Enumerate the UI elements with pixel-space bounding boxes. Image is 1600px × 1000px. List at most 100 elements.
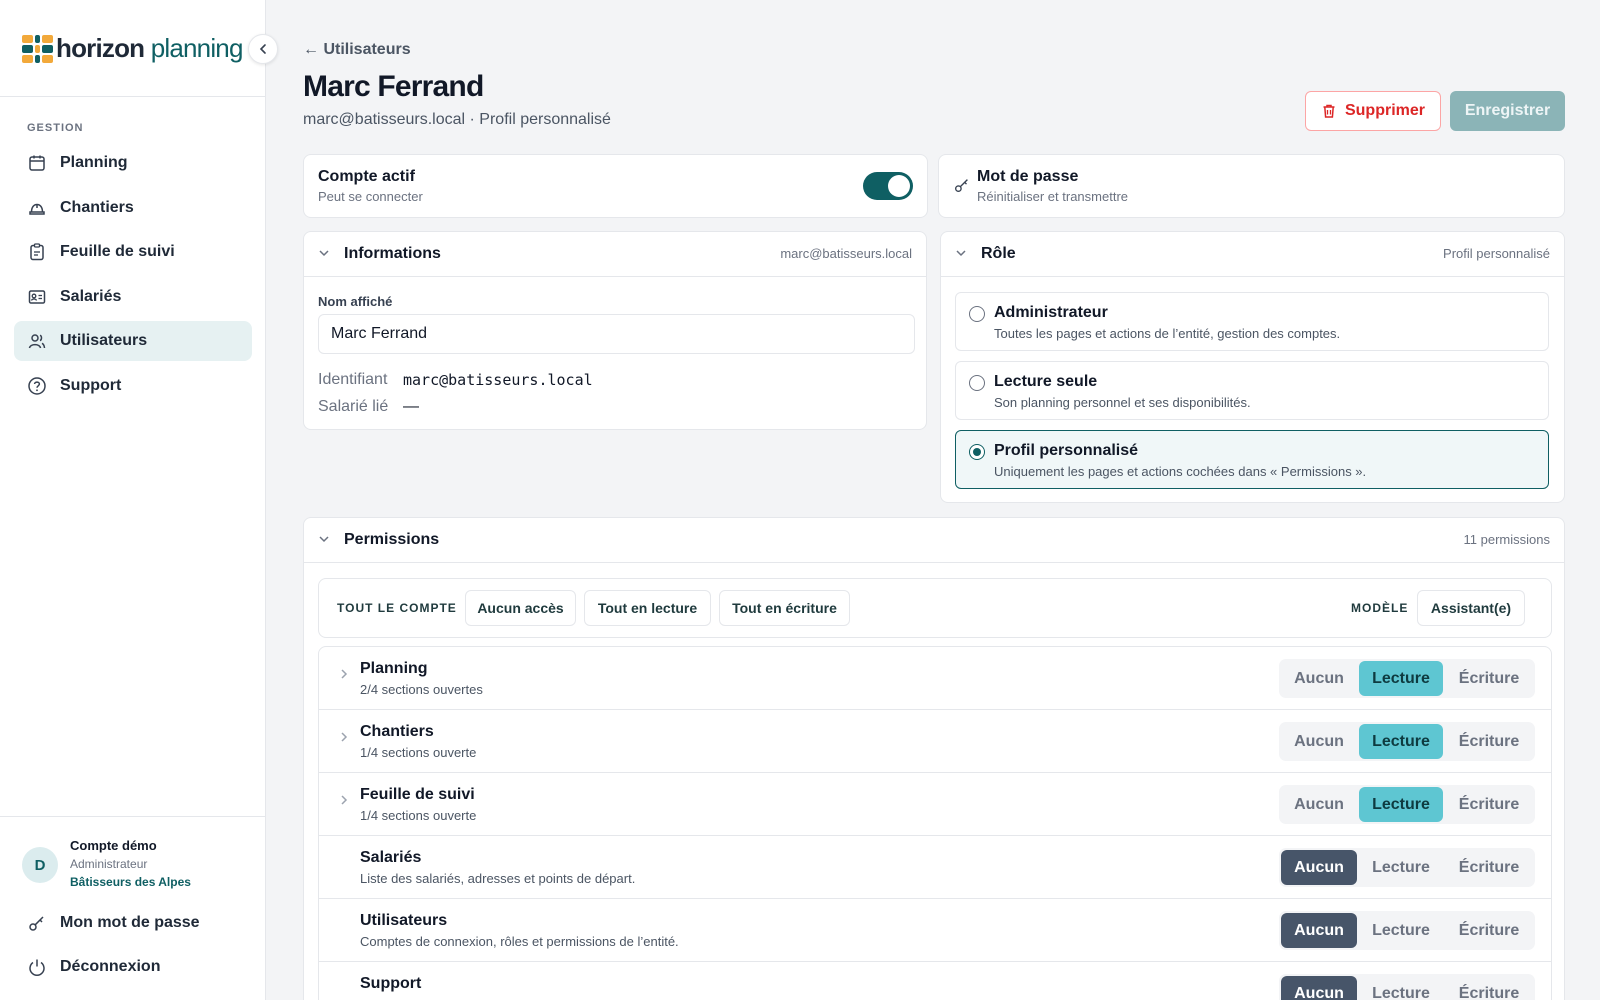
permission-desc: 1/4 sections ouverte xyxy=(360,808,477,823)
level-write-button[interactable]: Écriture xyxy=(1445,787,1533,822)
access-level-selector: Aucun Lecture Écriture xyxy=(1279,848,1535,887)
account-active-title: Compte actif xyxy=(318,168,415,185)
users-icon xyxy=(27,331,47,351)
level-none-button[interactable]: Aucun xyxy=(1281,724,1357,759)
access-level-selector: Aucun Lecture Écriture xyxy=(1279,911,1535,950)
role-card: Rôle Profil personnalisé Administrateur … xyxy=(940,231,1565,503)
permissions-header[interactable]: Permissions 11 permissions xyxy=(304,518,1564,563)
delete-label: Supprimer xyxy=(1344,102,1425,119)
radio-button[interactable] xyxy=(969,306,985,322)
sidebar-item-label: Chantiers xyxy=(60,198,134,216)
level-none-button[interactable]: Aucun xyxy=(1281,787,1357,822)
level-none-button[interactable]: Aucun xyxy=(1281,976,1357,1000)
level-write-button[interactable]: Écriture xyxy=(1445,913,1533,948)
chevron-right-icon[interactable] xyxy=(339,667,349,683)
permission-row-planning[interactable]: Planning 2/4 sections ouvertes Aucun Lec… xyxy=(319,647,1551,710)
sidebar-item-utilisateurs[interactable]: Utilisateurs xyxy=(14,321,252,361)
calendar-icon xyxy=(27,153,47,173)
main-content: ← Utilisateurs Marc Ferrand marc@batisse… xyxy=(303,0,1565,1000)
level-read-button[interactable]: Lecture xyxy=(1359,787,1443,822)
sidebar-item-chantiers[interactable]: Chantiers xyxy=(14,188,252,228)
level-write-button[interactable]: Écriture xyxy=(1445,661,1533,696)
level-read-button[interactable]: Lecture xyxy=(1359,661,1443,696)
clipboard-icon xyxy=(27,242,47,262)
collapse-sidebar-button[interactable] xyxy=(248,34,278,64)
level-none-button[interactable]: Aucun xyxy=(1281,661,1357,696)
chevron-down-icon xyxy=(955,247,973,262)
back-to-users-link[interactable]: ← Utilisateurs xyxy=(303,41,411,59)
level-read-button[interactable]: Lecture xyxy=(1359,724,1443,759)
sidebar-item-label: Support xyxy=(60,376,122,394)
nav-section-label: GESTION xyxy=(27,122,84,134)
access-level-selector: Aucun Lecture Écriture xyxy=(1279,659,1535,698)
logo[interactable]: horizon planning xyxy=(22,33,243,64)
radio-button-checked[interactable] xyxy=(969,444,985,460)
sidebar-item-feuille-de-suivi[interactable]: Feuille de suivi xyxy=(14,232,252,272)
current-user: D Compte démo Administrateur Bâtisseurs … xyxy=(22,837,191,891)
linked-employee-label: Salarié lié xyxy=(318,398,389,415)
access-level-selector: Aucun Lecture Écriture xyxy=(1279,785,1535,824)
sidebar-item-support[interactable]: Support xyxy=(14,366,252,406)
logo-accent-text: planning xyxy=(150,33,244,63)
logo-main-text: horizon xyxy=(56,33,145,63)
permission-name: Feuille de suivi xyxy=(360,786,475,803)
role-option-administrateur[interactable]: Administrateur Toutes les pages et actio… xyxy=(955,292,1549,351)
password-title: Mot de passe xyxy=(977,168,1079,185)
informations-email: marc@batisseurs.local xyxy=(780,246,912,261)
level-write-button[interactable]: Écriture xyxy=(1445,724,1533,759)
role-header[interactable]: Rôle Profil personnalisé xyxy=(941,232,1564,277)
bulk-no-access-button[interactable]: Aucun accès xyxy=(465,590,576,626)
access-level-selector: Aucun Lecture Écriture xyxy=(1279,974,1535,1000)
my-password-label: Mon mot de passe xyxy=(60,914,200,931)
sidebar: horizon planning GESTION Planning Chanti… xyxy=(0,0,278,1000)
sidebar-footer: D Compte démo Administrateur Bâtisseurs … xyxy=(0,816,266,1000)
role-option-name: Lecture seule xyxy=(994,373,1098,390)
chevron-right-icon[interactable] xyxy=(339,730,349,746)
display-name-input[interactable] xyxy=(318,314,915,354)
sidebar-item-label: Planning xyxy=(60,154,128,171)
role-option-profil-personnalise[interactable]: Profil personnalisé Uniquement les pages… xyxy=(955,430,1549,489)
role-option-name: Profil personnalisé xyxy=(994,442,1139,459)
password-card[interactable]: Mot de passe Réinitialiser et transmettr… xyxy=(938,154,1565,218)
my-password-link[interactable]: Mon mot de passe xyxy=(27,913,200,933)
chevron-right-icon[interactable] xyxy=(339,793,349,809)
account-active-sub: Peut se connecter xyxy=(318,189,423,204)
model-label: MODÈLE xyxy=(1351,601,1409,615)
level-none-button[interactable]: Aucun xyxy=(1281,850,1357,885)
level-write-button[interactable]: Écriture xyxy=(1445,850,1533,885)
level-read-button[interactable]: Lecture xyxy=(1359,913,1443,948)
account-active-toggle[interactable] xyxy=(863,172,913,200)
permission-name: Utilisateurs xyxy=(360,912,448,929)
level-read-button[interactable]: Lecture xyxy=(1359,850,1443,885)
radio-button[interactable] xyxy=(969,375,985,391)
sidebar-item-planning[interactable]: Planning xyxy=(14,143,252,183)
level-none-button[interactable]: Aucun xyxy=(1281,913,1357,948)
permissions-list: Planning 2/4 sections ouvertes Aucun Lec… xyxy=(318,646,1552,1000)
permission-desc: 2/4 sections ouvertes xyxy=(360,682,483,697)
permission-desc: Liste des salariés, adresses et points d… xyxy=(360,871,636,886)
informations-header[interactable]: Informations marc@batisseurs.local xyxy=(304,232,926,277)
model-select[interactable]: Assistant(e) xyxy=(1417,590,1525,626)
sidebar-item-salaries[interactable]: Salariés xyxy=(14,277,252,317)
toggle-knob xyxy=(888,175,910,197)
sidebar-item-label: Salariés xyxy=(60,287,122,305)
delete-button[interactable]: Supprimer xyxy=(1305,91,1441,131)
level-write-button[interactable]: Écriture xyxy=(1445,976,1533,1000)
bulk-read-all-button[interactable]: Tout en lecture xyxy=(584,590,711,626)
save-button[interactable]: Enregistrer xyxy=(1450,91,1565,131)
level-read-button[interactable]: Lecture xyxy=(1359,976,1443,1000)
bulk-actions-bar: TOUT LE COMPTE Aucun accès Tout en lectu… xyxy=(318,578,1552,638)
bulk-write-all-button[interactable]: Tout en écriture xyxy=(719,590,850,626)
user-org: Bâtisseurs des Alpes xyxy=(70,875,191,889)
informations-title: Informations xyxy=(344,245,441,262)
sidebar-item-label: Utilisateurs xyxy=(60,332,148,349)
logout-link[interactable]: Déconnexion xyxy=(27,957,160,977)
chevron-down-icon xyxy=(318,247,336,262)
role-option-lecture-seule[interactable]: Lecture seule Son planning personnel et … xyxy=(955,361,1549,420)
permission-row-chantiers[interactable]: Chantiers 1/4 sections ouverte Aucun Lec… xyxy=(319,710,1551,773)
account-active-card: Compte actif Peut se connecter xyxy=(303,154,928,218)
role-option-desc: Toutes les pages et actions de l’entité,… xyxy=(994,326,1341,341)
permission-row-feuille-de-suivi[interactable]: Feuille de suivi 1/4 sections ouverte Au… xyxy=(319,773,1551,836)
user-name: Compte démo xyxy=(70,838,157,853)
logo-text: horizon planning xyxy=(56,33,243,64)
